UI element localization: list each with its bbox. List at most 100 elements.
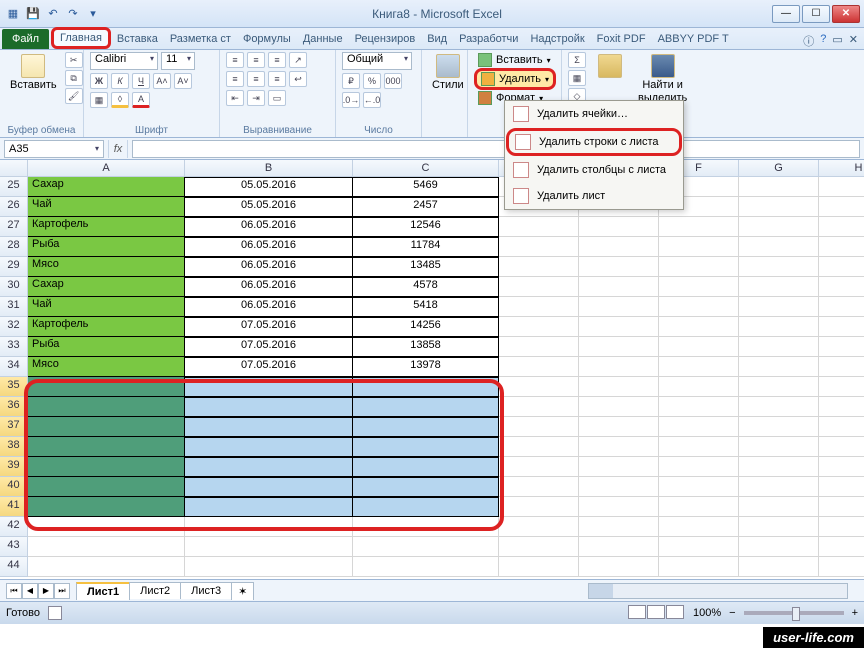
delete-cols-item[interactable]: Удалить столбцы с листа: [505, 157, 683, 183]
cell[interactable]: [739, 377, 819, 397]
row-header[interactable]: 35: [0, 377, 28, 397]
cell[interactable]: [353, 497, 499, 517]
cell[interactable]: Мясо: [28, 357, 185, 377]
cell[interactable]: Картофель: [28, 317, 185, 337]
row-header[interactable]: 28: [0, 237, 28, 257]
cell[interactable]: [579, 297, 659, 317]
cell[interactable]: Сахар: [28, 177, 185, 197]
cell[interactable]: [499, 337, 579, 357]
grow-font-icon[interactable]: A˄: [153, 73, 171, 89]
cell[interactable]: [499, 237, 579, 257]
row-header[interactable]: 25: [0, 177, 28, 197]
cell[interactable]: [579, 537, 659, 557]
cell[interactable]: 11784: [353, 237, 499, 257]
delete-rows-item[interactable]: Удалить строки с листа: [506, 128, 682, 156]
cell[interactable]: [659, 517, 739, 537]
cell[interactable]: [659, 437, 739, 457]
qat-more-icon[interactable]: ▾: [84, 5, 102, 23]
cell[interactable]: 14256: [353, 317, 499, 337]
cell[interactable]: [28, 377, 185, 397]
font-color-icon[interactable]: A: [132, 92, 150, 108]
cell[interactable]: [185, 537, 353, 557]
cell[interactable]: [353, 557, 499, 577]
delete-cells-item[interactable]: Удалить ячейки…: [505, 101, 683, 127]
tab-abbyy[interactable]: ABBYY PDF T: [652, 29, 735, 49]
find-button[interactable]: Найти и выделить: [634, 52, 691, 106]
cell[interactable]: [499, 417, 579, 437]
cell[interactable]: [185, 497, 353, 517]
tab-dev[interactable]: Разработчи: [453, 29, 524, 49]
undo-icon[interactable]: ↶: [44, 5, 62, 23]
cell[interactable]: [819, 457, 864, 477]
cell[interactable]: 5469: [353, 177, 499, 197]
sheet-nav-next-icon[interactable]: ▶: [38, 583, 54, 599]
cell[interactable]: [739, 217, 819, 237]
cell[interactable]: [819, 197, 864, 217]
minimize-button[interactable]: —: [772, 5, 800, 23]
brush-icon[interactable]: 🖌: [65, 88, 83, 104]
ribbon-opts-icon[interactable]: ▭: [832, 33, 842, 49]
horizontal-scrollbar[interactable]: [588, 583, 848, 599]
cell[interactable]: [499, 297, 579, 317]
col-header[interactable]: H: [819, 160, 864, 177]
cell[interactable]: Чай: [28, 297, 185, 317]
cell[interactable]: [819, 437, 864, 457]
cell[interactable]: [659, 297, 739, 317]
cell[interactable]: [659, 357, 739, 377]
cell[interactable]: [28, 457, 185, 477]
fx-icon[interactable]: fx: [108, 140, 128, 158]
cell[interactable]: [659, 537, 739, 557]
row-header[interactable]: 37: [0, 417, 28, 437]
tab-review[interactable]: Рецензиров: [349, 29, 422, 49]
cell[interactable]: 06.05.2016: [185, 217, 353, 237]
cell[interactable]: [819, 357, 864, 377]
copy-icon[interactable]: ⧉: [65, 70, 83, 86]
cell[interactable]: [579, 417, 659, 437]
cell[interactable]: [739, 537, 819, 557]
cell[interactable]: [579, 457, 659, 477]
col-header[interactable]: B: [185, 160, 353, 177]
cell[interactable]: [659, 497, 739, 517]
cell[interactable]: [499, 257, 579, 277]
cell[interactable]: [499, 477, 579, 497]
tab-layout[interactable]: Разметка ст: [164, 29, 237, 49]
underline-button[interactable]: Ч: [132, 73, 150, 89]
cell[interactable]: [739, 277, 819, 297]
macro-record-icon[interactable]: [48, 606, 62, 620]
autosum-icon[interactable]: Σ: [568, 52, 586, 68]
row-header[interactable]: 39: [0, 457, 28, 477]
zoom-slider[interactable]: [744, 611, 844, 615]
cell[interactable]: [659, 397, 739, 417]
col-header[interactable]: G: [739, 160, 819, 177]
redo-icon[interactable]: ↷: [64, 5, 82, 23]
dec-decimal-icon[interactable]: ←.0: [363, 92, 381, 108]
cell[interactable]: [28, 417, 185, 437]
row-header[interactable]: 31: [0, 297, 28, 317]
cell[interactable]: [353, 377, 499, 397]
cell[interactable]: [499, 537, 579, 557]
cell[interactable]: [739, 497, 819, 517]
cell[interactable]: [659, 217, 739, 237]
row-header[interactable]: 27: [0, 217, 28, 237]
cell[interactable]: [579, 217, 659, 237]
cell[interactable]: [739, 177, 819, 197]
cell[interactable]: [659, 317, 739, 337]
cell[interactable]: [499, 517, 579, 537]
cell[interactable]: 2457: [353, 197, 499, 217]
cell[interactable]: [819, 297, 864, 317]
cut-icon[interactable]: ✂: [65, 52, 83, 68]
cell[interactable]: [353, 477, 499, 497]
cell[interactable]: [499, 557, 579, 577]
cell[interactable]: [819, 517, 864, 537]
cell[interactable]: [659, 477, 739, 497]
help-icon[interactable]: ?: [820, 33, 826, 49]
cell[interactable]: [579, 437, 659, 457]
cell[interactable]: [579, 377, 659, 397]
cell[interactable]: [819, 337, 864, 357]
cell[interactable]: [185, 377, 353, 397]
tab-foxit[interactable]: Foxit PDF: [591, 29, 652, 49]
cell[interactable]: [659, 457, 739, 477]
cell[interactable]: Рыба: [28, 237, 185, 257]
cell[interactable]: [659, 277, 739, 297]
cell[interactable]: Сахар: [28, 277, 185, 297]
